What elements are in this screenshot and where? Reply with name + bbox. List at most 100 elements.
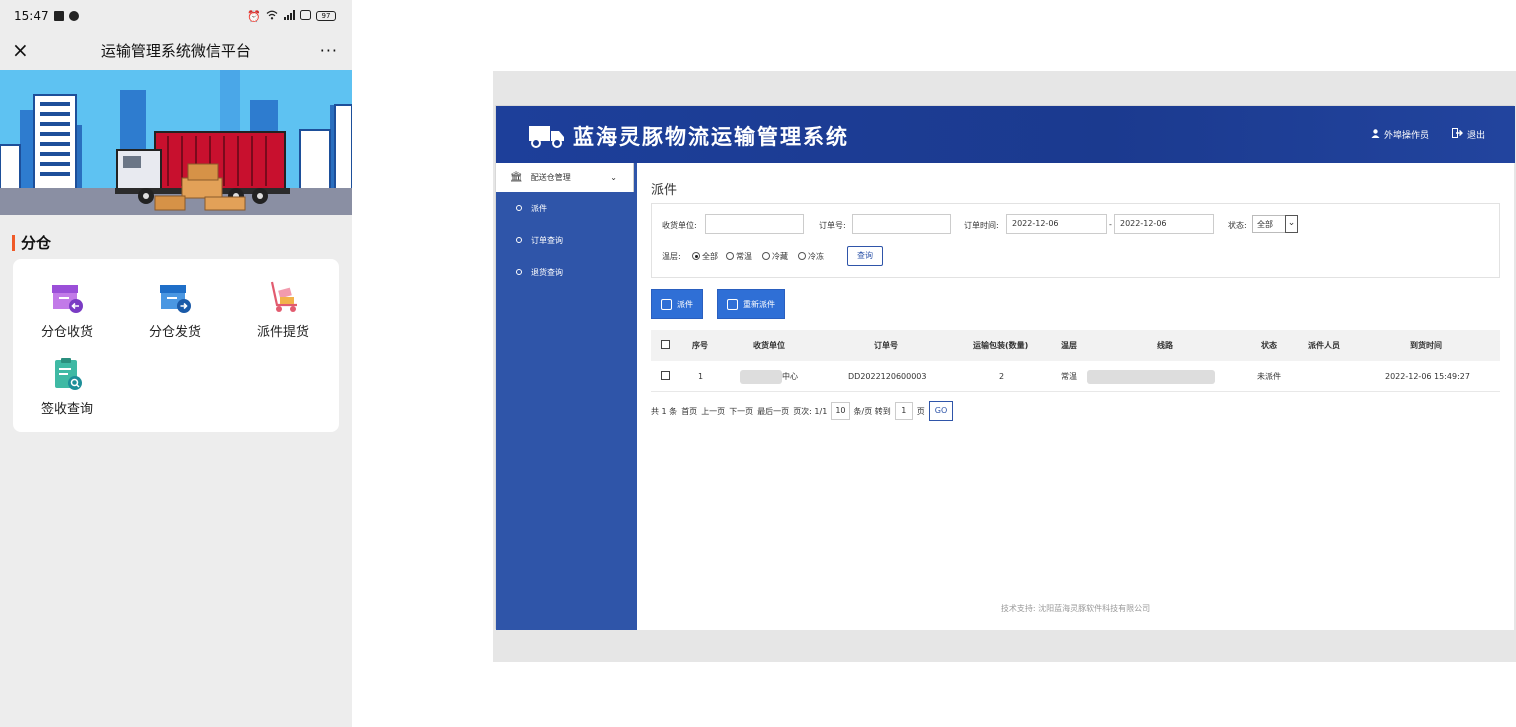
grid-item-warehouse-receive[interactable]: 分仓收货	[13, 279, 121, 340]
pager-next[interactable]: 下一页	[729, 406, 753, 417]
temp-option-frozen[interactable]: 冷冻	[798, 251, 824, 262]
order-no-input[interactable]	[852, 214, 951, 234]
main-content: 派件 收货单位: 订单号: 订单时间: 2022-12-06 - 2022-12…	[637, 163, 1514, 630]
truck-logo-icon	[529, 124, 565, 148]
logistics-banner-image	[0, 70, 352, 215]
select-all-checkbox[interactable]	[661, 330, 670, 361]
col-order-no: 订单号	[874, 341, 898, 350]
pager-prev[interactable]: 上一页	[701, 406, 725, 417]
radio-icon	[798, 252, 806, 260]
redispatch-button[interactable]: 重新派件	[717, 289, 785, 319]
tms-app-window: 蓝海灵豚物流运输管理系统 外埠操作员 退出 🏛 配送仓管理 ⌄ 派件 订单查询 …	[495, 105, 1515, 630]
warehouse-send-icon	[157, 279, 193, 315]
grid-item-warehouse-send[interactable]: 分仓发货	[121, 279, 229, 340]
circle-icon	[516, 205, 522, 211]
section-accent-bar	[12, 234, 15, 251]
nav-title: 运输管理系统微信平台	[100, 41, 251, 60]
temp-option-normal[interactable]: 常温	[726, 251, 752, 262]
cell-package-qty: 2	[999, 372, 1005, 381]
sidebar-item-return-query[interactable]: 退货查询	[496, 256, 637, 288]
pager-last[interactable]: 最后一页	[757, 406, 789, 417]
grid-item-delivery-pickup[interactable]: 派件提货	[229, 279, 337, 340]
temp-option-all[interactable]: 全部	[692, 251, 718, 262]
filter-panel: 收货单位: 订单号: 订单时间: 2022-12-06 - 2022-12-06…	[651, 203, 1500, 278]
col-temperature: 温层	[1061, 341, 1077, 350]
chevron-down-icon: ⌄	[610, 173, 617, 182]
grid-item-label: 签收查询	[40, 402, 93, 417]
sidebar-item-label: 订单查询	[531, 235, 563, 245]
table-header-row: 序号 收货单位 订单号 运输包装(数量) 温层 线路 状态 派件人员 到货时间	[651, 330, 1500, 361]
app-title: 蓝海灵豚物流运输管理系统	[573, 125, 849, 149]
page-title: 派件	[651, 183, 678, 198]
redacted-receiver	[740, 369, 782, 384]
date-separator: -	[1109, 220, 1112, 229]
circle-icon	[516, 269, 522, 275]
col-status: 状态	[1261, 341, 1277, 350]
status-bar: 15:47 ⏰ 97	[0, 0, 352, 32]
notification-icon	[53, 11, 64, 21]
pager-total: 共 1 条	[651, 406, 678, 416]
radio-icon	[726, 252, 734, 260]
dispatch-table: 序号 收货单位 订单号 运输包装(数量) 温层 线路 状态 派件人员 到货时间 …	[651, 330, 1500, 392]
col-receiver: 收货单位	[753, 341, 785, 350]
footer-support: 技术支持: 沈阳蓝海灵豚软件科技有限公司	[1000, 604, 1151, 613]
delivery-pickup-icon	[265, 279, 301, 315]
order-time-label: 订单时间:	[964, 221, 999, 230]
goto-page-input[interactable]: 1	[894, 402, 913, 420]
sidebar-group-label: 配送仓管理	[530, 173, 571, 182]
grid-item-label: 分仓发货	[148, 325, 201, 340]
receiver-input[interactable]	[705, 214, 804, 234]
desktop-screenshot: 蓝海灵豚物流运输管理系统 外埠操作员 退出 🏛 配送仓管理 ⌄ 派件 订单查询 …	[493, 71, 1516, 662]
pagination: 共 1 条 首页 上一页 下一页 最后一页 页次: 1/1 10 条/页 转到 …	[651, 401, 954, 421]
temp-option-chilled[interactable]: 冷藏	[762, 251, 788, 262]
sidebar-item-dispatch[interactable]: 派件	[496, 192, 637, 224]
cell-receiver: 中心	[740, 361, 798, 392]
temperature-label: 温层:	[662, 252, 681, 261]
row-checkbox[interactable]	[661, 361, 670, 392]
pager-page-unit: 页	[916, 406, 925, 416]
alarm-icon: ⏰	[247, 9, 261, 23]
app-notification-icon	[68, 11, 79, 21]
current-user[interactable]: 外埠操作员	[1371, 128, 1429, 141]
col-package-qty: 运输包装(数量)	[973, 341, 1029, 350]
select-arrow-icon[interactable]: ⌄	[1285, 215, 1298, 233]
battery-icon: 97	[316, 11, 336, 21]
wechat-phone-panel: 15:47 ⏰ 97 × 运输管理系统微信平台 ··· 分仓 分仓收货 分仓发货…	[0, 0, 352, 727]
col-route: 线路	[1157, 341, 1173, 350]
grid-item-label: 分仓收货	[40, 325, 93, 340]
warehouse-receive-icon	[49, 279, 85, 315]
query-button[interactable]: 查询	[847, 246, 883, 266]
sidebar-item-order-query[interactable]: 订单查询	[496, 224, 637, 256]
wechat-nav-bar: × 运输管理系统微信平台 ···	[0, 32, 352, 68]
more-button[interactable]: ···	[320, 41, 338, 60]
cell-status: 未派件	[1257, 372, 1281, 381]
logout-label: 退出	[1466, 131, 1485, 141]
page-size-input[interactable]: 10	[831, 402, 850, 420]
logout-button[interactable]: 退出	[1451, 128, 1485, 141]
table-row[interactable]: 1 中心 DD2022120600003 2 常温 未派件 2022-12-06…	[651, 361, 1500, 392]
screen: 15:47 ⏰ 97 × 运输管理系统微信平台 ··· 分仓 分仓收货 分仓发货…	[0, 0, 1516, 727]
status-time: 15:47	[14, 9, 49, 23]
sidebar: 🏛 配送仓管理 ⌄ 派件 订单查询 退货查询	[496, 163, 637, 630]
sign-query-icon	[49, 356, 85, 392]
close-button[interactable]: ×	[12, 38, 32, 62]
pager-page-info: 页次: 1/1	[793, 406, 828, 416]
date-to-input[interactable]: 2022-12-06	[1114, 214, 1214, 234]
go-button[interactable]: GO	[928, 401, 954, 421]
date-from-input[interactable]: 2022-12-06	[1006, 214, 1107, 234]
sidebar-group-distribution-warehouse[interactable]: 🏛 配送仓管理 ⌄	[496, 163, 634, 192]
hd-icon	[300, 9, 311, 23]
dispatch-button[interactable]: 派件	[651, 289, 703, 319]
status-label: 状态:	[1228, 221, 1247, 230]
pager-first[interactable]: 首页	[681, 406, 697, 417]
logout-icon	[1451, 128, 1463, 141]
grid-item-sign-query[interactable]: 签收查询	[13, 356, 121, 417]
col-arrival-time: 到货时间	[1410, 341, 1442, 350]
grid-item-label: 派件提货	[256, 325, 309, 340]
cell-index: 1	[698, 372, 704, 381]
wifi-icon	[266, 10, 278, 23]
col-dispatcher: 派件人员	[1308, 341, 1340, 350]
user-name: 外埠操作员	[1383, 131, 1429, 141]
redacted-route	[1087, 369, 1215, 384]
status-select[interactable]: 全部	[1252, 215, 1286, 233]
